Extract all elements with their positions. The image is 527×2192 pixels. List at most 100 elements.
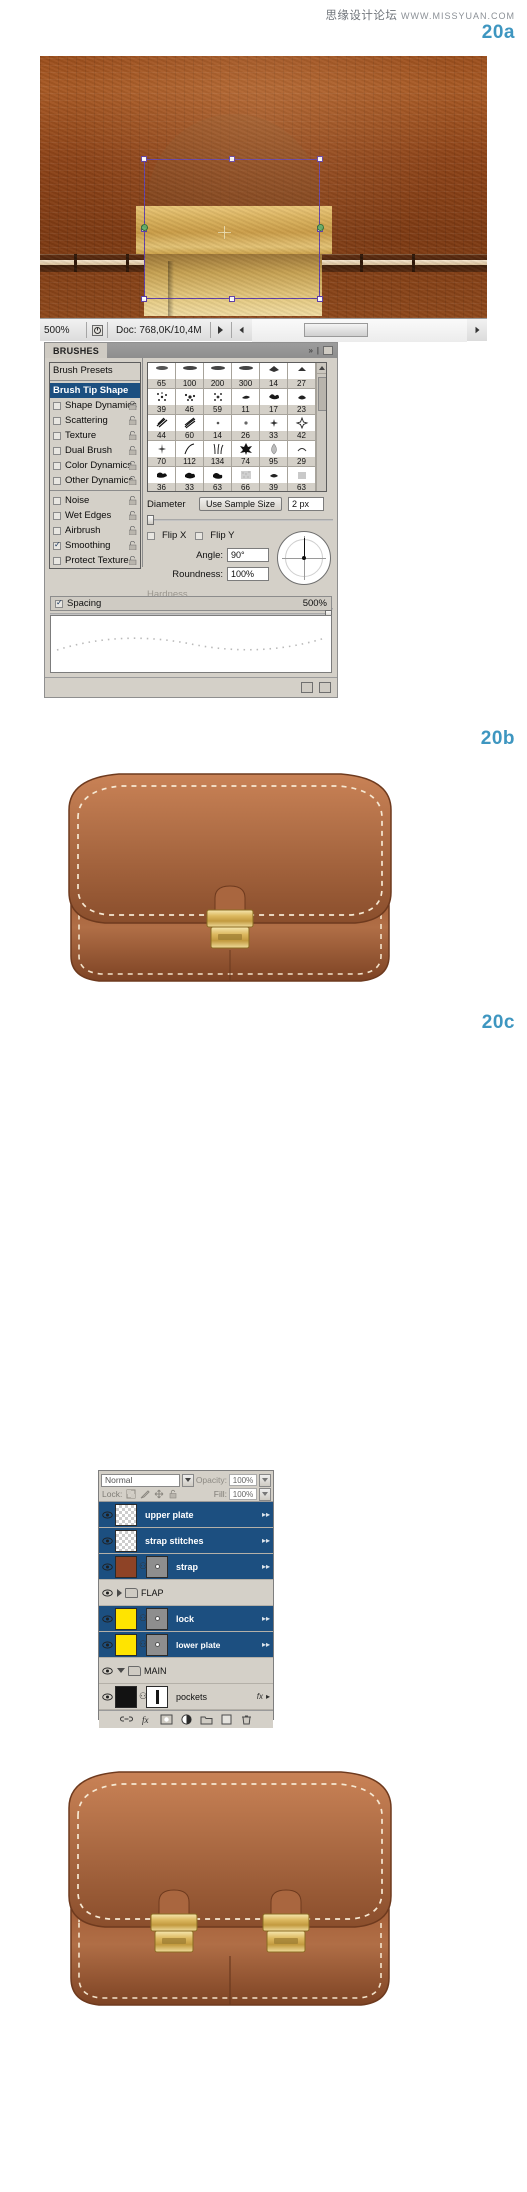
- transform-handle-tr[interactable]: [317, 156, 323, 162]
- option-noise[interactable]: Noise: [50, 493, 140, 508]
- brush-cell[interactable]: 39: [148, 389, 176, 415]
- brush-cell[interactable]: 95: [260, 441, 288, 467]
- option-smoothing[interactable]: Smoothing: [50, 538, 140, 553]
- brush-cell[interactable]: 65: [148, 363, 176, 389]
- layer-name[interactable]: strap stitches: [139, 1536, 262, 1546]
- transform-handle-bc[interactable]: [229, 296, 235, 302]
- checkbox[interactable]: [53, 446, 61, 455]
- layer-name[interactable]: FLAP: [141, 1588, 273, 1598]
- checkbox[interactable]: [53, 461, 61, 470]
- transform-handle-tl[interactable]: [141, 156, 147, 162]
- checkbox[interactable]: [53, 401, 61, 410]
- diameter-slider[interactable]: [147, 515, 333, 525]
- brush-cell[interactable]: 33: [176, 467, 204, 491]
- brush-tip-grid[interactable]: 65 100 200 300 14 27 39 46 59 11 17 23 4…: [147, 362, 327, 492]
- brush-cell[interactable]: 200: [204, 363, 232, 389]
- blend-mode-chevron-down-icon[interactable]: [181, 1473, 194, 1487]
- brush-cell[interactable]: 63: [288, 467, 316, 491]
- scroll-left-arrow-icon[interactable]: [232, 326, 252, 334]
- preview-thumb-icon[interactable]: [87, 324, 107, 336]
- layer-effects-badge[interactable]: fx: [257, 1692, 266, 1701]
- zoom-level-value[interactable]: 500%: [40, 325, 86, 336]
- layer-name[interactable]: lower plate: [170, 1640, 262, 1650]
- checkbox[interactable]: [53, 476, 61, 485]
- option-color-dynamics[interactable]: Color Dynamics: [50, 458, 140, 473]
- tab-brushes[interactable]: BRUSHES: [45, 343, 108, 358]
- lock-icon[interactable]: [129, 541, 137, 550]
- status-expand-arrow-icon[interactable]: [211, 326, 231, 334]
- option-shape-dynamics[interactable]: Shape Dynamics: [50, 398, 140, 413]
- panel-menu-icon[interactable]: [323, 346, 333, 355]
- brush-cell[interactable]: 300: [232, 363, 260, 389]
- group-disclosure-triangle-icon[interactable]: [117, 1668, 125, 1673]
- path-anchor-point[interactable]: [317, 224, 324, 231]
- angle-value-field[interactable]: 90°: [227, 548, 269, 562]
- eye-visibility-icon[interactable]: [99, 1511, 115, 1519]
- layer-row-strap[interactable]: ⚇ strap ▸▸: [99, 1554, 273, 1580]
- lock-image-pixels-brush-icon[interactable]: [140, 1489, 151, 1499]
- eye-visibility-icon[interactable]: [99, 1563, 115, 1571]
- layer-row-lower-plate[interactable]: ⚇ lower plate ▸▸: [99, 1632, 273, 1658]
- opacity-value-field[interactable]: 100%: [229, 1474, 257, 1486]
- lock-icon[interactable]: [129, 496, 137, 505]
- option-airbrush[interactable]: Airbrush: [50, 523, 140, 538]
- brush-cell[interactable]: 60: [176, 415, 204, 441]
- checkbox[interactable]: [53, 511, 61, 520]
- brush-cell[interactable]: 46: [176, 389, 204, 415]
- layer-thumbnail[interactable]: [115, 1607, 137, 1630]
- layer-mask-thumbnail[interactable]: [146, 1555, 168, 1578]
- lock-icon[interactable]: [129, 401, 137, 410]
- option-protect-texture[interactable]: Protect Texture: [50, 553, 140, 568]
- checkbox[interactable]: [53, 416, 61, 425]
- brush-cell[interactable]: 17: [260, 389, 288, 415]
- layer-name[interactable]: MAIN: [144, 1666, 273, 1676]
- flip-y-checkbox[interactable]: [195, 531, 204, 540]
- eye-visibility-icon[interactable]: [99, 1641, 115, 1649]
- option-brush-tip-shape[interactable]: Brush Tip Shape: [50, 383, 140, 398]
- mask-link-icon[interactable]: ⚇: [139, 1691, 147, 1702]
- option-wet-edges[interactable]: Wet Edges: [50, 508, 140, 523]
- new-layer-icon[interactable]: [220, 1714, 233, 1725]
- brush-cell[interactable]: 63: [204, 467, 232, 491]
- brush-cell[interactable]: 14: [204, 415, 232, 441]
- option-texture[interactable]: Texture: [50, 428, 140, 443]
- checkbox[interactable]: [53, 431, 61, 440]
- lock-icon[interactable]: [129, 511, 137, 520]
- mask-link-icon[interactable]: ⚇: [139, 1639, 147, 1650]
- lock-icon[interactable]: [129, 461, 137, 470]
- layer-thumbnail[interactable]: [115, 1555, 137, 1578]
- brush-cell[interactable]: 59: [204, 389, 232, 415]
- brush-cell[interactable]: 112: [176, 441, 204, 467]
- lock-icon[interactable]: [129, 556, 137, 565]
- layer-thumbnail[interactable]: [115, 1503, 137, 1526]
- flip-x-checkbox[interactable]: [147, 531, 155, 540]
- lock-transparent-pixels-icon[interactable]: [126, 1489, 136, 1499]
- layer-group-main[interactable]: MAIN: [99, 1658, 273, 1684]
- checkbox[interactable]: [53, 526, 61, 535]
- brush-cell[interactable]: 70: [148, 441, 176, 467]
- lock-icon[interactable]: [129, 431, 137, 440]
- transform-handle-tc[interactable]: [229, 156, 235, 162]
- checkbox[interactable]: [53, 496, 61, 505]
- brush-presets-row[interactable]: Brush Presets: [50, 363, 140, 378]
- horizontal-scrollbar-thumb[interactable]: [303, 322, 368, 337]
- horizontal-scrollbar-track[interactable]: [251, 318, 467, 342]
- brush-cell[interactable]: 11: [232, 389, 260, 415]
- layer-name[interactable]: strap: [170, 1562, 262, 1572]
- blend-mode-select[interactable]: Normal: [101, 1473, 180, 1487]
- group-disclosure-triangle-icon[interactable]: [117, 1588, 122, 1597]
- layer-mask-thumbnail[interactable]: [146, 1607, 168, 1630]
- lock-icon[interactable]: [129, 526, 137, 535]
- diameter-value-field[interactable]: 2 px: [288, 497, 325, 511]
- transform-handle-br[interactable]: [317, 296, 323, 302]
- spacing-checkbox[interactable]: [55, 598, 63, 608]
- brush-cell[interactable]: 26: [232, 415, 260, 441]
- scrollbar-thumb[interactable]: [318, 377, 326, 411]
- layer-mask-thumbnail[interactable]: [146, 1685, 168, 1708]
- scroll-up-arrow-icon[interactable]: [317, 363, 326, 374]
- brush-cell[interactable]: 74: [232, 441, 260, 467]
- layer-group-flap[interactable]: FLAP: [99, 1580, 273, 1606]
- layer-name[interactable]: upper plate: [139, 1510, 262, 1520]
- eye-visibility-icon[interactable]: [99, 1615, 115, 1623]
- layer-style-fx-icon[interactable]: fx: [140, 1714, 153, 1725]
